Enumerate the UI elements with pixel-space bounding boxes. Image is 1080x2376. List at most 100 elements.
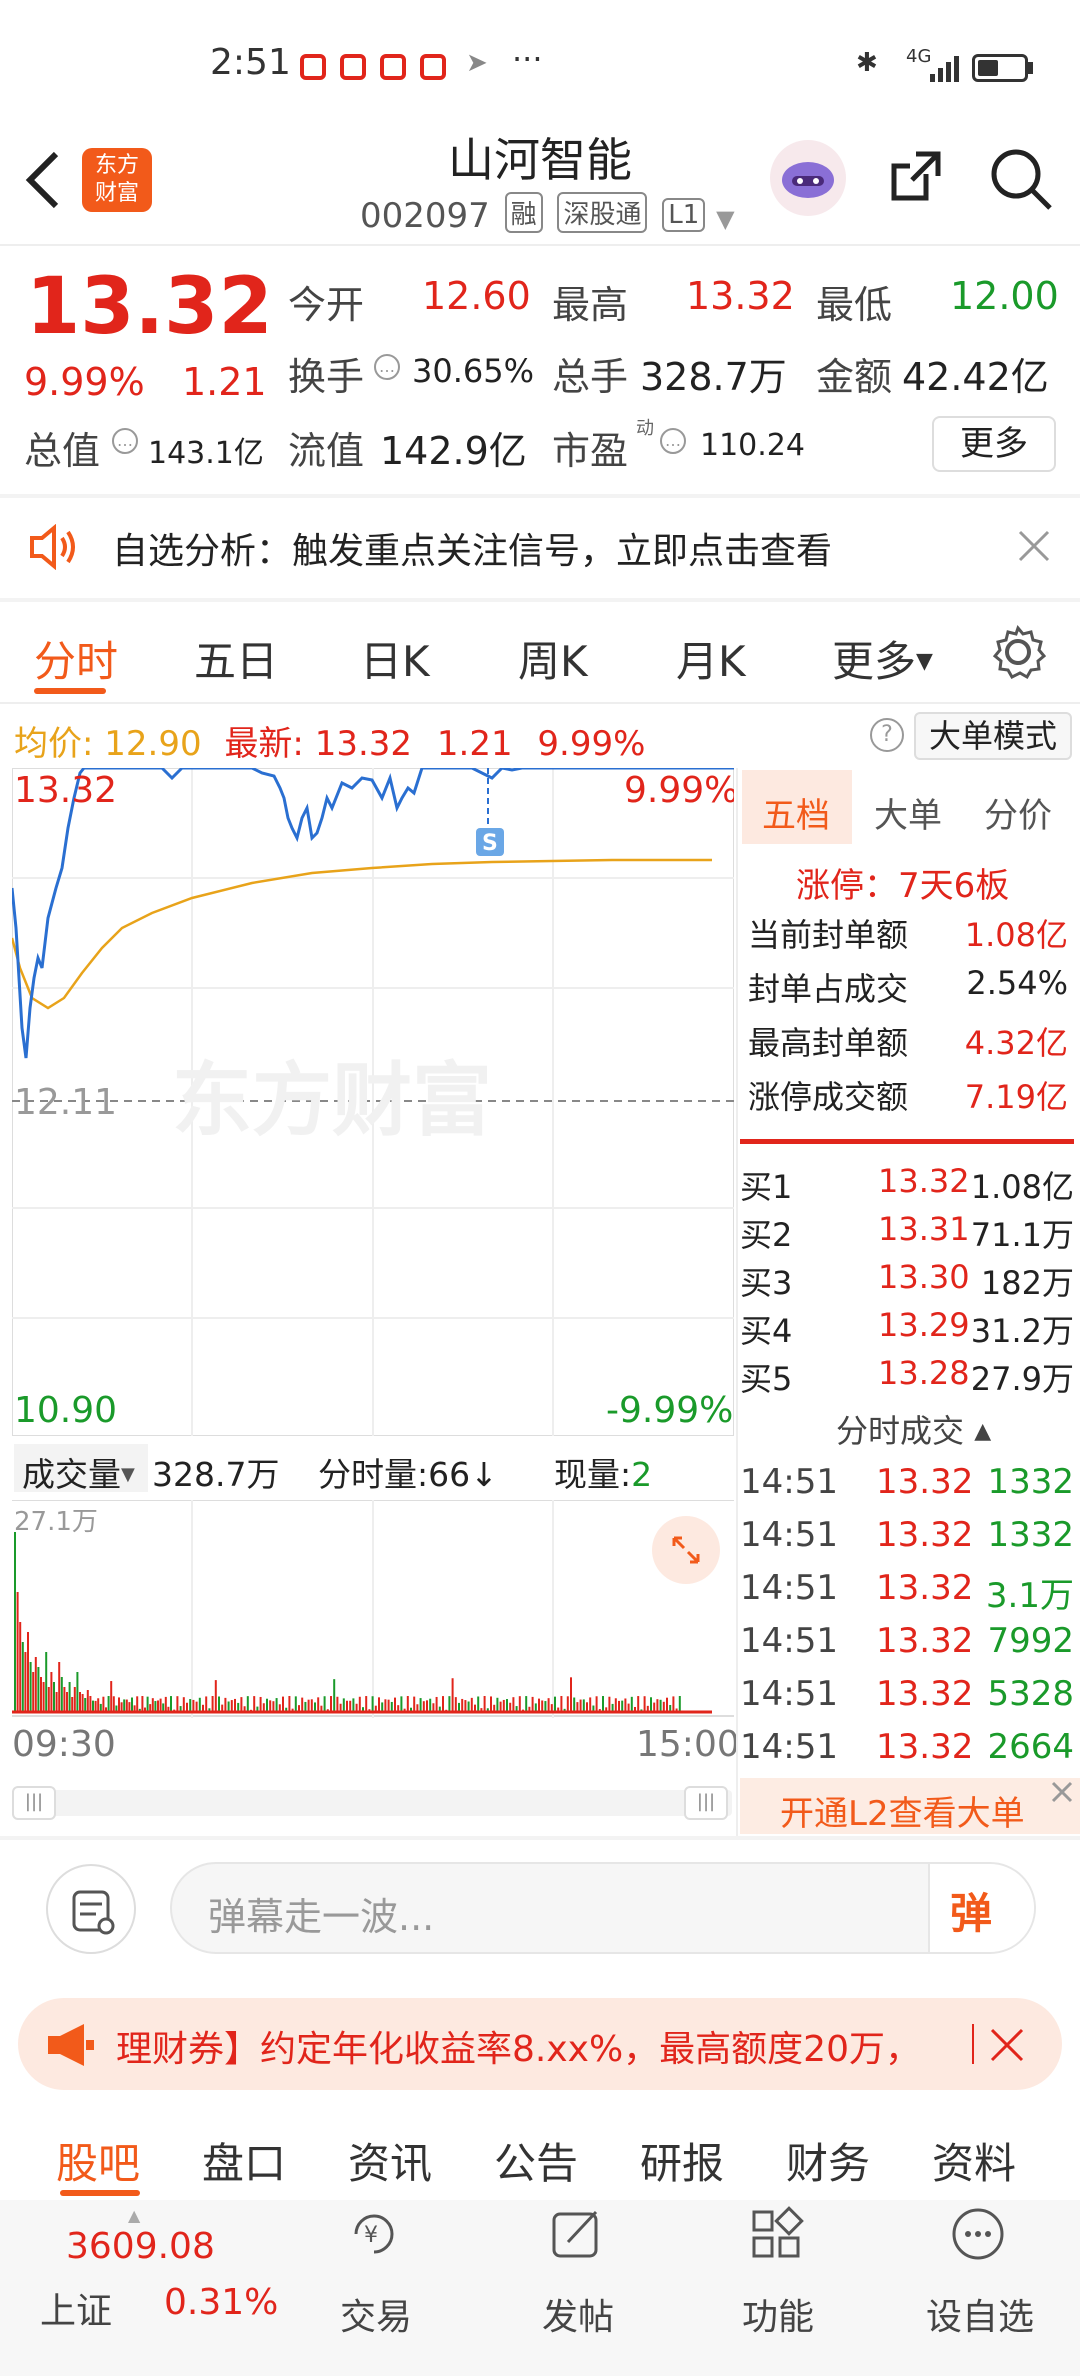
tab-finance[interactable]: 财务	[786, 2130, 870, 2191]
volume-bar	[352, 1698, 355, 1712]
open-value: 12.60	[422, 274, 531, 318]
volume-label[interactable]: 成交量▼	[22, 1448, 135, 1496]
volume-bar	[317, 1697, 320, 1712]
nav-functions[interactable]: 功能	[742, 2288, 814, 2340]
chevron-down-icon: ▼	[121, 1464, 135, 1485]
volume-bar	[394, 1697, 396, 1712]
volume-bar	[506, 1699, 508, 1712]
tab-pankou[interactable]: 盘口	[202, 2130, 286, 2191]
volume-bar	[422, 1701, 425, 1712]
info-icon[interactable]: …	[374, 354, 400, 380]
volume-bar	[358, 1696, 361, 1712]
chevron-down-icon[interactable]: ▼	[716, 205, 734, 233]
trade-icon[interactable]: ¥	[346, 2206, 402, 2262]
tag-level[interactable]: L1	[662, 198, 706, 232]
intraday-chart[interactable]: 东方财富 S 13.32 9.99% 12.11 10.90 -9.99%	[12, 768, 734, 1436]
volume-bar	[234, 1698, 236, 1712]
danmaku-button-label[interactable]: 弹	[950, 1880, 992, 1941]
tab-announcements[interactable]: 公告	[494, 2130, 578, 2191]
share-icon[interactable]	[886, 146, 946, 206]
gear-icon[interactable]	[990, 624, 1046, 680]
volume-bar	[29, 1662, 32, 1712]
close-icon[interactable]	[990, 2028, 1024, 2062]
functions-icon[interactable]	[748, 2206, 804, 2262]
help-icon[interactable]: ?	[870, 718, 904, 752]
notification-icon	[340, 54, 366, 80]
volume-bar	[419, 1698, 422, 1712]
low-label: 最低	[816, 283, 893, 327]
avg-value: 12.90	[104, 724, 202, 764]
index-value[interactable]: 3609.08	[66, 2226, 215, 2267]
index-pct[interactable]: 0.31%	[164, 2282, 278, 2323]
volume-bar	[157, 1700, 159, 1712]
volume-bar	[275, 1698, 278, 1712]
close-icon[interactable]	[1018, 530, 1050, 562]
volume-bar	[63, 1687, 66, 1712]
seal-row: 当前封单额 1.08亿	[748, 916, 1068, 954]
expand-icon[interactable]	[652, 1516, 720, 1584]
volume-bar	[253, 1696, 256, 1712]
tab-news[interactable]: 资讯	[348, 2130, 432, 2191]
volume-bar	[678, 1696, 681, 1712]
volume-bar	[323, 1696, 326, 1712]
tab-weekly-k[interactable]: 周K	[518, 628, 588, 689]
tick-volume: 分时量:66↓	[318, 1455, 498, 1494]
index-name[interactable]: 上证	[40, 2282, 112, 2334]
danmaku-settings-icon[interactable]	[46, 1864, 136, 1954]
chevron-up-icon[interactable]: ▲	[128, 2206, 140, 2225]
tab-research[interactable]: 研报	[640, 2130, 724, 2191]
volume-bar	[211, 1696, 214, 1712]
scroll-handle-right[interactable]: |||	[684, 1786, 728, 1820]
close-icon[interactable]	[1050, 1780, 1074, 1804]
tab-price-dist[interactable]: 分价	[984, 788, 1052, 837]
volume-bar	[406, 1696, 409, 1712]
chart-scrollbar[interactable]	[12, 1790, 732, 1816]
volume-bar	[131, 1697, 133, 1712]
send-icon: ➤	[466, 48, 488, 78]
more-button[interactable]: 更多	[932, 416, 1056, 472]
assistant-robot-icon[interactable]	[770, 140, 846, 216]
nav-trade[interactable]: 交易	[340, 2288, 412, 2340]
scroll-handle-left[interactable]: |||	[12, 1786, 56, 1820]
info-icon[interactable]: …	[112, 428, 138, 454]
bid-row: 买3 13.30 182万	[740, 1258, 1074, 1302]
post-icon[interactable]	[548, 2206, 604, 2262]
volume-bar	[387, 1699, 390, 1712]
volume-bar	[269, 1700, 272, 1712]
ticks-title[interactable]: 分时成交 ▲	[836, 1406, 991, 1452]
tab-profile[interactable]: 资料	[932, 2130, 1016, 2191]
tab-monthly-k[interactable]: 月K	[676, 628, 746, 689]
nav-post[interactable]: 发帖	[542, 2288, 614, 2340]
big-order-mode-button[interactable]: 大单模式	[914, 712, 1072, 760]
limit-up-title: 涨停：7天6板	[796, 866, 1010, 906]
volume-bar	[50, 1672, 53, 1712]
volume-bar	[141, 1696, 144, 1712]
volume-bar	[435, 1696, 438, 1712]
tab-intraday[interactable]: 分时	[34, 628, 118, 689]
tab-five-levels[interactable]: 五档	[762, 788, 830, 837]
volume-chart[interactable]: 27.1万	[12, 1500, 734, 1718]
volume-bar	[579, 1699, 582, 1712]
volume-bar	[84, 1698, 87, 1712]
volume-bar	[547, 1698, 550, 1712]
change-pct: 9.99%	[24, 360, 145, 404]
alert-text[interactable]: 自选分析：触发重点关注信号，立即点击查看	[112, 522, 832, 574]
volume-bar	[227, 1701, 230, 1712]
volume-bar	[400, 1696, 403, 1712]
tab-guba[interactable]: 股吧	[56, 2130, 140, 2191]
mktcap-label: 总值	[24, 429, 101, 473]
tab-five-day[interactable]: 五日	[194, 628, 278, 689]
tab-daily-k[interactable]: 日K	[360, 628, 430, 689]
nav-add-watchlist[interactable]: 设自选	[926, 2288, 1034, 2340]
add-watchlist-icon[interactable]	[950, 2206, 1006, 2262]
info-icon[interactable]: …	[660, 428, 686, 454]
volume-bar	[32, 1672, 35, 1712]
l2-promo-text[interactable]: 开通L2查看大单	[780, 1786, 1025, 1835]
max-volume-label: 27.1万	[14, 1507, 98, 1537]
bluetooth-icon: ✱	[856, 48, 878, 78]
search-icon[interactable]	[988, 146, 1054, 212]
watermark: 东方财富	[172, 1056, 492, 1145]
tab-big-orders[interactable]: 大单	[874, 788, 942, 837]
ad-text[interactable]: 理财券】约定年化收益率8.xx%，最高额度20万，	[116, 2020, 921, 2072]
tab-more[interactable]: 更多▼	[832, 628, 933, 689]
